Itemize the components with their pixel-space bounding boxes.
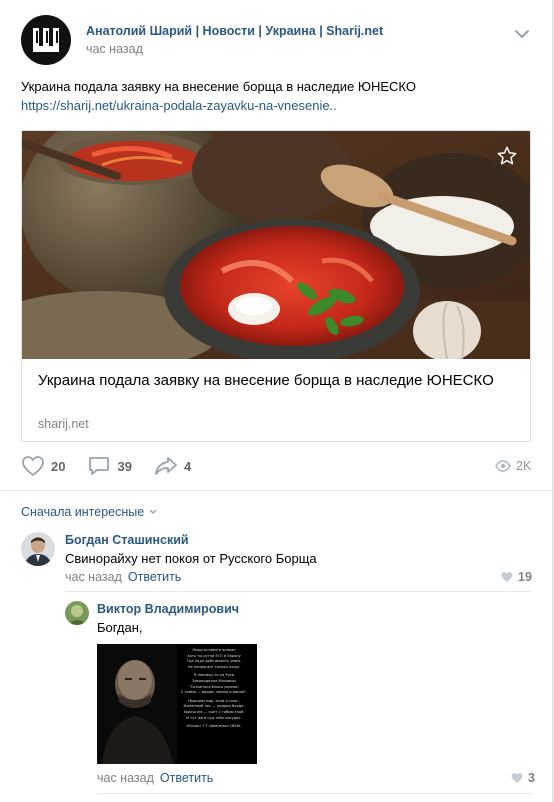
avatar[interactable] (21, 532, 55, 566)
comments-sort[interactable]: Сначала интересные (21, 505, 158, 519)
post-actions: 20 39 4 (21, 455, 213, 477)
reply-text: Богдан, (97, 620, 143, 635)
share-button[interactable]: 4 (154, 455, 191, 477)
comment-button[interactable]: 39 (87, 455, 132, 477)
post-link[interactable]: https://sharij.net/ukraina-podala-zayavk… (21, 98, 337, 113)
like-button[interactable]: 20 (21, 455, 65, 477)
snippet-domain: sharij.net (38, 417, 89, 431)
comment-like-button[interactable]: 19 (500, 570, 532, 584)
share-count: 4 (183, 458, 192, 474)
divider (0, 490, 553, 491)
snippet-title[interactable]: Украина подала заявку на внесение борща … (38, 371, 498, 391)
star-icon[interactable] (496, 145, 518, 170)
sharij-logo (33, 28, 59, 52)
reply-image-poem: Якщо оставите осаємн Хоть ты ругни ЕГО в… (180, 648, 248, 729)
comment-author[interactable]: Богдан Сташинский (65, 533, 189, 547)
reply-meta: час назад Ответить (97, 771, 213, 785)
post-card: Анатолий Шарий | Новости | Украина | Sha… (0, 0, 553, 802)
reply-like-count: 3 (528, 771, 535, 785)
like-count: 20 (51, 458, 66, 474)
group-avatar[interactable] (21, 15, 71, 65)
views-counter: 2K (495, 459, 531, 473)
comment-meta: час назад Ответить (65, 570, 181, 584)
reply-button[interactable]: Ответить (128, 570, 181, 584)
reply-image[interactable]: Якщо оставите осаємн Хоть ты ругни ЕГО в… (97, 644, 257, 764)
chevron-down-icon (149, 509, 157, 514)
heart-icon (511, 773, 523, 783)
eye-icon (495, 460, 511, 472)
post-menu-chevron-icon[interactable] (514, 27, 530, 42)
share-icon (155, 457, 177, 475)
shevchenko-portrait (97, 644, 177, 764)
borscht-photo (22, 131, 530, 359)
divider (65, 591, 531, 592)
link-snippet[interactable]: Украина подала заявку на внесение борща … (21, 130, 531, 442)
post-text: Украина подала заявку на внесение борща … (21, 79, 416, 94)
avatar[interactable] (65, 601, 89, 625)
comment-icon (89, 457, 110, 475)
divider (97, 793, 531, 794)
comment-time[interactable]: час назад (65, 570, 122, 584)
post-time[interactable]: час назад (86, 42, 143, 56)
comments-sort-label: Сначала интересные (21, 505, 145, 519)
group-name[interactable]: Анатолий Шарий | Новости | Украина | Sha… (86, 24, 383, 38)
reply-like-button[interactable]: 3 (510, 771, 535, 785)
heart-icon (22, 456, 44, 476)
reply-author[interactable]: Виктор Владимирович (97, 602, 239, 616)
heart-icon (501, 572, 513, 582)
reply-button[interactable]: Ответить (160, 771, 213, 785)
reply-time[interactable]: час назад (97, 771, 154, 785)
views-count: 2K (516, 459, 532, 473)
comment-text: Свинорайху нет покоя от Русского Борща (65, 551, 317, 566)
comment-count: 39 (117, 458, 132, 474)
comment-like-count: 19 (518, 570, 532, 584)
